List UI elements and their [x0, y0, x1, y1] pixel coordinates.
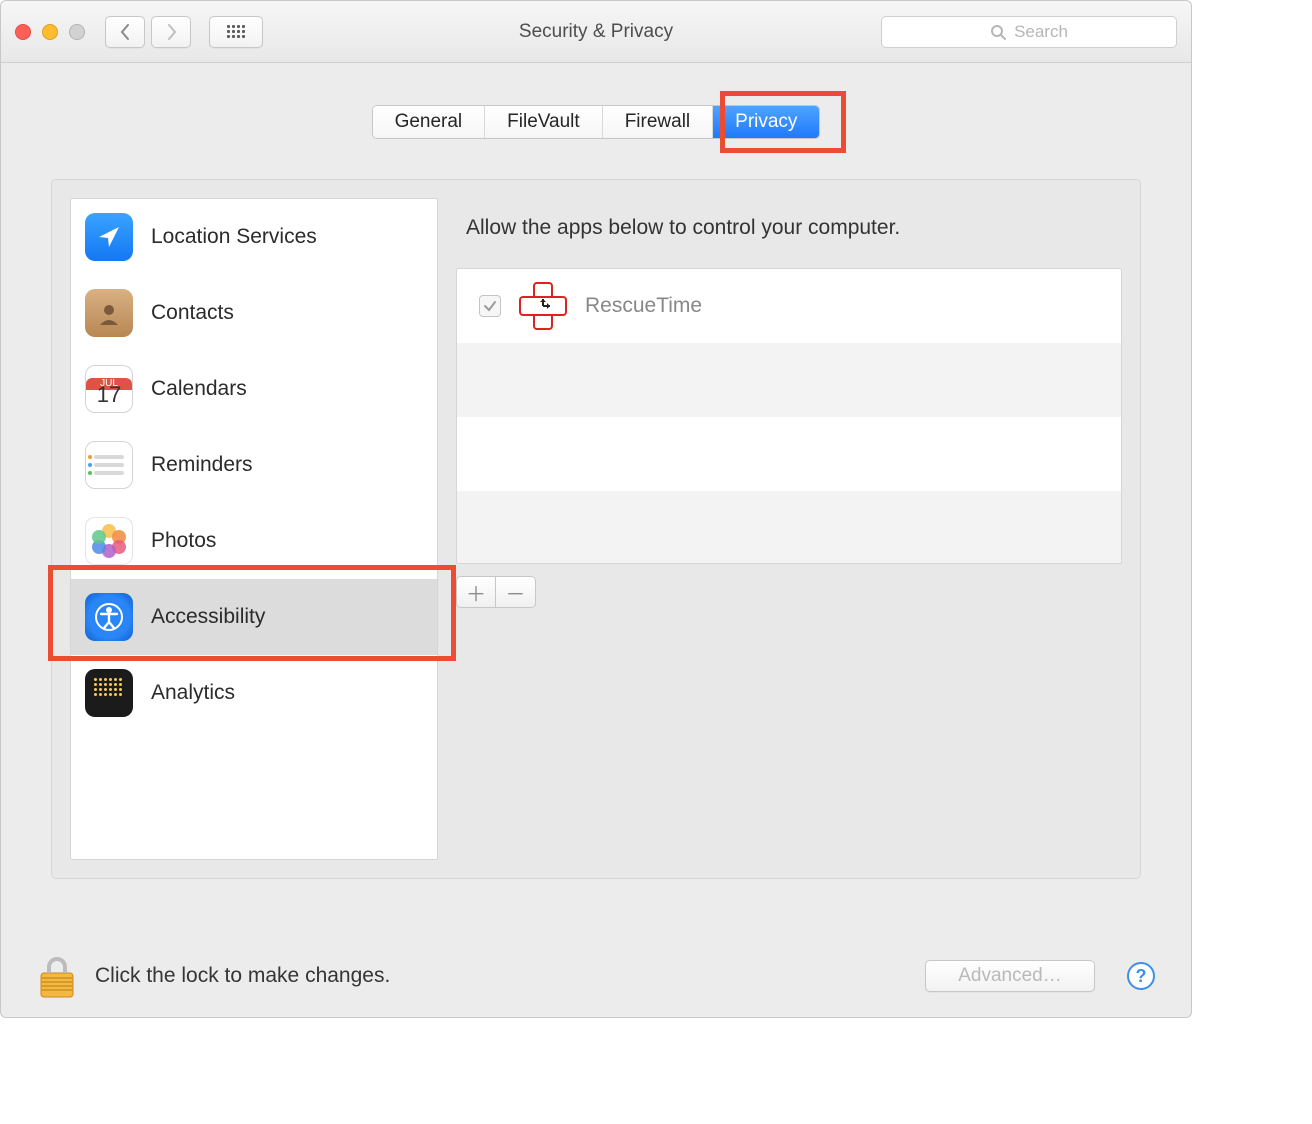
sidebar-item-label: Calendars — [151, 377, 247, 401]
tab-label: FileVault — [507, 111, 580, 133]
search-icon — [990, 24, 1006, 40]
tab-bar: General FileVault Firewall Privacy — [51, 105, 1141, 139]
app-row[interactable]: RescueTime — [457, 269, 1121, 343]
app-row-empty — [457, 491, 1121, 564]
titlebar: Security & Privacy Search — [1, 1, 1191, 63]
allowed-apps-list[interactable]: RescueTime — [456, 268, 1122, 564]
tab-filevault[interactable]: FileVault — [485, 106, 603, 138]
sidebar-item-photos[interactable]: Photos — [71, 503, 437, 579]
tab-general[interactable]: General — [373, 106, 486, 138]
preferences-window: Security & Privacy Search General FileVa… — [0, 0, 1192, 1018]
minimize-window-button[interactable] — [42, 24, 58, 40]
accessibility-icon — [85, 593, 133, 641]
sidebar-item-reminders[interactable]: Reminders — [71, 427, 437, 503]
nav-buttons — [105, 16, 191, 48]
sidebar-item-label: Location Services — [151, 225, 317, 249]
lock-button[interactable] — [37, 953, 77, 999]
grid-icon — [227, 25, 245, 39]
rescuetime-icon — [519, 282, 567, 330]
advanced-button[interactable]: Advanced… — [925, 960, 1095, 992]
analytics-icon — [85, 669, 133, 717]
footer: Click the lock to make changes. Advanced… — [37, 953, 1155, 999]
sidebar-item-label: Analytics — [151, 681, 235, 705]
add-remove-controls: ＋ － — [456, 576, 1122, 608]
calendar-icon: JUL 17 — [85, 365, 133, 413]
sidebar-item-analytics[interactable]: Analytics — [71, 655, 437, 731]
privacy-category-list[interactable]: Location Services Contacts JUL 17 — [70, 198, 438, 860]
advanced-label: Advanced… — [958, 965, 1062, 987]
app-checkbox[interactable] — [479, 295, 501, 317]
calendar-day: 17 — [86, 390, 132, 400]
location-icon — [85, 213, 133, 261]
lock-icon — [37, 953, 77, 999]
tab-label: General — [395, 111, 463, 133]
contacts-icon — [85, 289, 133, 337]
back-button[interactable] — [105, 16, 145, 48]
tab-label: Privacy — [735, 111, 797, 133]
show-all-button[interactable] — [209, 16, 263, 48]
check-icon — [483, 299, 497, 313]
zoom-window-button[interactable] — [69, 24, 85, 40]
sidebar-item-label: Reminders — [151, 453, 253, 477]
lock-hint: Click the lock to make changes. — [95, 964, 390, 988]
tab-privacy[interactable]: Privacy — [713, 106, 819, 138]
app-row-empty — [457, 417, 1121, 491]
sidebar-item-contacts[interactable]: Contacts — [71, 275, 437, 351]
tab-firewall[interactable]: Firewall — [603, 106, 713, 138]
tab-label: Firewall — [625, 111, 690, 133]
sidebar-item-location[interactable]: Location Services — [71, 199, 437, 275]
photos-icon — [85, 517, 133, 565]
sidebar-item-label: Accessibility — [151, 605, 265, 629]
remove-app-button[interactable]: － — [496, 576, 536, 608]
sidebar-item-accessibility[interactable]: Accessibility — [71, 579, 437, 655]
add-app-button[interactable]: ＋ — [456, 576, 496, 608]
reminders-icon — [85, 441, 133, 489]
chevron-right-icon — [166, 24, 177, 40]
close-window-button[interactable] — [15, 24, 31, 40]
privacy-detail: Allow the apps below to control your com… — [456, 198, 1122, 860]
search-field[interactable]: Search — [881, 16, 1177, 48]
forward-button[interactable] — [151, 16, 191, 48]
chevron-left-icon — [120, 24, 131, 40]
privacy-panel: Location Services Contacts JUL 17 — [51, 179, 1141, 879]
sidebar-item-label: Contacts — [151, 301, 234, 325]
sidebar-item-calendars[interactable]: JUL 17 Calendars — [71, 351, 437, 427]
window-controls — [15, 24, 85, 40]
app-row-empty — [457, 343, 1121, 417]
permission-hint: Allow the apps below to control your com… — [466, 216, 1122, 240]
search-placeholder: Search — [1014, 22, 1068, 42]
help-button[interactable]: ? — [1127, 962, 1155, 990]
sidebar-item-label: Photos — [151, 529, 216, 553]
app-name: RescueTime — [585, 294, 702, 318]
